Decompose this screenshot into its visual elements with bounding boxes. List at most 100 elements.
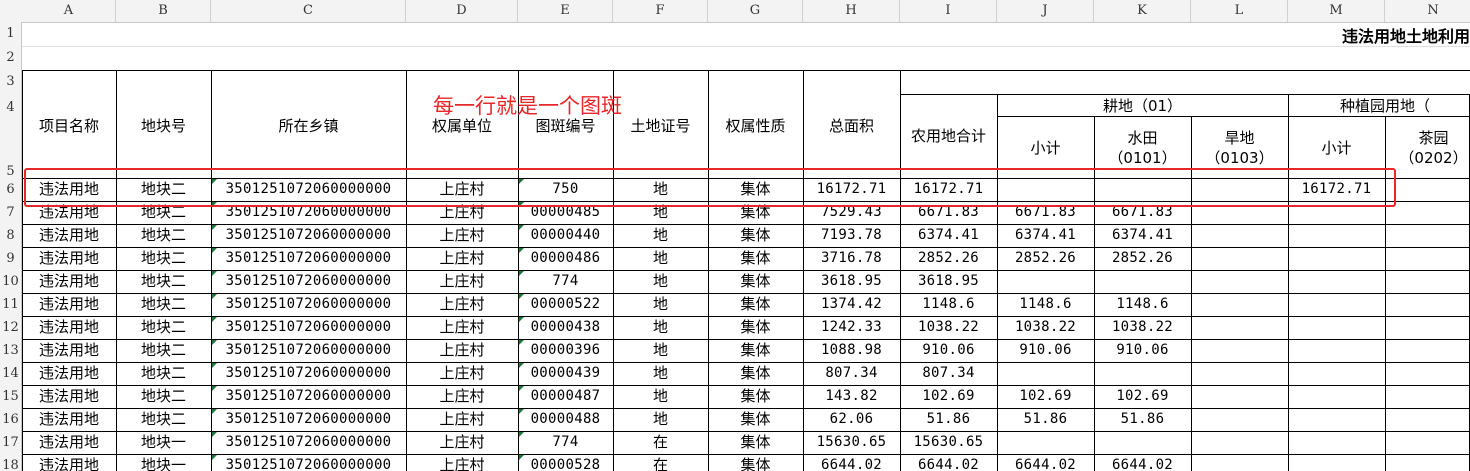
cell-e[interactable]: 00000439: [518, 362, 613, 385]
cell-n[interactable]: [1385, 293, 1470, 316]
cell-d[interactable]: 上庄村: [406, 247, 518, 270]
cell-n[interactable]: [1385, 247, 1470, 270]
cell-l[interactable]: [1191, 293, 1288, 316]
cell-f[interactable]: 地: [613, 362, 708, 385]
cell-k[interactable]: 1148.6: [1094, 293, 1191, 316]
cell-f[interactable]: 在: [613, 431, 708, 454]
header-project-name[interactable]: 项目名称: [22, 116, 116, 136]
cell-e[interactable]: 00000396: [518, 339, 613, 362]
cell-b[interactable]: 地块一: [116, 431, 211, 454]
row-header-14[interactable]: 14: [0, 362, 22, 385]
row-header-4[interactable]: 4: [0, 94, 22, 140]
cell-b[interactable]: 地块二: [116, 339, 211, 362]
cell-f[interactable]: 地: [613, 385, 708, 408]
cell-d[interactable]: 上庄村: [406, 270, 518, 293]
row-header-6[interactable]: 6: [0, 178, 22, 201]
cell-e[interactable]: 00000528: [518, 454, 613, 471]
column-header-h[interactable]: H: [803, 0, 900, 22]
cell-a[interactable]: 违法用地: [22, 270, 116, 293]
cell-d[interactable]: 上庄村: [406, 408, 518, 431]
cell-m[interactable]: [1288, 408, 1385, 431]
cell-n[interactable]: [1385, 270, 1470, 293]
cell-g[interactable]: 集体: [708, 316, 803, 339]
column-header-b[interactable]: B: [116, 0, 211, 22]
cell-c[interactable]: 3501251072060000000: [211, 431, 406, 454]
row-header-9[interactable]: 9: [0, 247, 22, 270]
cell-g[interactable]: 集体: [708, 362, 803, 385]
cell-m[interactable]: [1288, 454, 1385, 471]
row-header-11[interactable]: 11: [0, 293, 22, 316]
cell-l[interactable]: [1191, 362, 1288, 385]
column-header-k[interactable]: K: [1094, 0, 1191, 22]
header-plot-no[interactable]: 地块号: [116, 116, 211, 136]
cell-i[interactable]: 910.06: [900, 339, 997, 362]
cell-j[interactable]: 1148.6: [997, 293, 1094, 316]
header-paddy[interactable]: 水田: [1094, 128, 1191, 148]
cell-n[interactable]: [1385, 385, 1470, 408]
cell-g[interactable]: 集体: [708, 408, 803, 431]
cell-i[interactable]: 1038.22: [900, 316, 997, 339]
cell-e[interactable]: 00000438: [518, 316, 613, 339]
column-header-f[interactable]: F: [613, 0, 708, 22]
cell-j[interactable]: 6374.41: [997, 224, 1094, 247]
cell-j[interactable]: 6644.02: [997, 454, 1094, 471]
cell-h[interactable]: 3618.95: [803, 270, 900, 293]
row-header-5[interactable]: 5: [0, 140, 22, 179]
cell-j[interactable]: 910.06: [997, 339, 1094, 362]
cell-f[interactable]: 地: [613, 270, 708, 293]
cell-b[interactable]: 地块二: [116, 247, 211, 270]
cell-g[interactable]: 集体: [708, 385, 803, 408]
cell-d[interactable]: 上庄村: [406, 339, 518, 362]
row-header-17[interactable]: 17: [0, 431, 22, 454]
cell-k[interactable]: 102.69: [1094, 385, 1191, 408]
row-header-1[interactable]: 1: [0, 22, 22, 46]
cell-m[interactable]: [1288, 316, 1385, 339]
column-header-a[interactable]: A: [22, 0, 116, 22]
cell-j[interactable]: 51.86: [997, 408, 1094, 431]
cell-e[interactable]: 00000440: [518, 224, 613, 247]
cell-h[interactable]: 62.06: [803, 408, 900, 431]
cell-b[interactable]: 地块一: [116, 454, 211, 471]
cell-h[interactable]: 6644.02: [803, 454, 900, 471]
cell-a[interactable]: 违法用地: [22, 339, 116, 362]
cell-b[interactable]: 地块二: [116, 224, 211, 247]
cell-j[interactable]: [997, 270, 1094, 293]
cell-e[interactable]: 00000522: [518, 293, 613, 316]
cell-e[interactable]: 00000488: [518, 408, 613, 431]
cell-d[interactable]: 上庄村: [406, 316, 518, 339]
cell-l[interactable]: [1191, 339, 1288, 362]
cell-d[interactable]: 上庄村: [406, 454, 518, 471]
column-header-m[interactable]: M: [1288, 0, 1385, 22]
cell-m[interactable]: [1288, 385, 1385, 408]
cell-h[interactable]: 1374.42: [803, 293, 900, 316]
cell-e[interactable]: 774: [518, 431, 613, 454]
header-plantation[interactable]: 种植园用地（: [1340, 96, 1470, 116]
cell-n[interactable]: [1385, 224, 1470, 247]
cell-k[interactable]: 2852.26: [1094, 247, 1191, 270]
cell-n[interactable]: [1385, 178, 1470, 201]
cell-a[interactable]: 违法用地: [22, 293, 116, 316]
cell-g[interactable]: 集体: [708, 247, 803, 270]
cell-m[interactable]: [1288, 224, 1385, 247]
cell-m[interactable]: [1288, 339, 1385, 362]
cell-d[interactable]: 上庄村: [406, 431, 518, 454]
cell-b[interactable]: 地块二: [116, 362, 211, 385]
cell-j[interactable]: [997, 431, 1094, 454]
cell-i[interactable]: 102.69: [900, 385, 997, 408]
cell-c[interactable]: 3501251072060000000: [211, 408, 406, 431]
cell-n[interactable]: [1385, 431, 1470, 454]
cell-a[interactable]: 违法用地: [22, 385, 116, 408]
header-dry[interactable]: 旱地: [1191, 128, 1288, 148]
cell-h[interactable]: 15630.65: [803, 431, 900, 454]
cell-h[interactable]: 1088.98: [803, 339, 900, 362]
column-header-g[interactable]: G: [708, 0, 803, 22]
cell-l[interactable]: [1191, 431, 1288, 454]
cell-l[interactable]: [1191, 316, 1288, 339]
cell-n[interactable]: [1385, 201, 1470, 224]
header-plant-subtotal[interactable]: 小计: [1288, 138, 1385, 158]
header-tea[interactable]: 茶园: [1385, 128, 1470, 148]
cell-a[interactable]: 违法用地: [22, 247, 116, 270]
cell-n[interactable]: [1385, 316, 1470, 339]
header-cult-subtotal[interactable]: 小计: [997, 138, 1094, 158]
header-total-area[interactable]: 总面积: [803, 116, 900, 136]
